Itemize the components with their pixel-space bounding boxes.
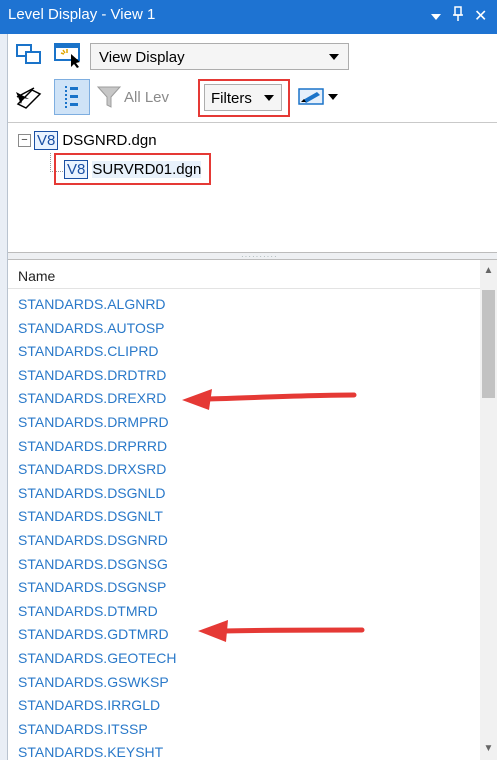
level-list-item[interactable]: STANDARDS.DRPRRD <box>18 438 167 454</box>
level-filter-placeholder: All Lev <box>124 88 170 106</box>
collapse-icon[interactable]: − <box>18 134 31 147</box>
view-select-icon <box>54 43 80 68</box>
view-display-value: View Display <box>99 49 185 66</box>
level-list-item[interactable]: STANDARDS.DSGNLT <box>18 508 163 524</box>
level-list-item[interactable]: STANDARDS.ALGNRD <box>18 296 166 312</box>
root-file-label: DSGNRD.dgn <box>62 132 157 149</box>
file-tree-pane: − V8 DSGNRD.dgn V8 SURVRD01.dgn <box>8 122 497 253</box>
column-header-name[interactable]: Name <box>18 268 55 284</box>
views-button[interactable] <box>14 40 44 70</box>
dropdown-arrow-icon[interactable] <box>430 9 442 26</box>
level-list-item[interactable]: STANDARDS.GDTMRD <box>18 626 169 642</box>
red-arrow-annotation <box>182 389 357 410</box>
select-tool-button[interactable] <box>12 81 46 115</box>
level-list-item[interactable]: STANDARDS.ITSSP <box>18 721 148 737</box>
level-list-item[interactable]: STANDARDS.GEOTECH <box>18 650 176 666</box>
header-divider <box>8 288 480 289</box>
chevron-down-icon <box>328 94 338 100</box>
level-list-item[interactable]: STANDARDS.DSGNSP <box>18 579 166 595</box>
filters-highlight-box <box>198 79 290 117</box>
view-select-button[interactable] <box>52 40 86 70</box>
level-list-item[interactable]: STANDARDS.DRMPRD <box>18 414 169 430</box>
view-display-dropdown[interactable]: View Display <box>90 43 349 70</box>
level-list-item[interactable]: STANDARDS.DTMRD <box>18 603 158 619</box>
title-bar: Level Display - View 1 ✕ <box>0 0 497 34</box>
toolbar: View Display All Lev Filters <box>8 34 497 122</box>
scrollbar-thumb[interactable] <box>482 290 495 398</box>
level-list-item[interactable]: STANDARDS.GSWKSP <box>18 674 169 690</box>
edit-attributes-icon <box>298 88 324 105</box>
select-levels-icon <box>16 87 42 109</box>
chevron-down-icon <box>329 54 339 60</box>
level-list-item[interactable]: STANDARDS.KEYSHT <box>18 744 163 760</box>
vertical-scrollbar[interactable]: ▲ ▼ <box>480 260 497 760</box>
level-list-item[interactable]: STANDARDS.DRDTRD <box>18 367 166 383</box>
scroll-up-icon[interactable]: ▲ <box>480 262 497 280</box>
level-list-item[interactable]: STANDARDS.AUTOSP <box>18 320 165 336</box>
level-list-item[interactable]: STANDARDS.DSGNSG <box>18 556 168 572</box>
window-frame-left <box>0 34 8 760</box>
child-file-highlight-box <box>54 153 211 185</box>
pin-icon[interactable] <box>452 6 464 26</box>
red-arrow-annotation <box>198 620 365 642</box>
level-filter-field[interactable]: All Lev <box>96 81 202 113</box>
level-list: Name STANDARDS.ALGNRD STANDARDS.AUTOSP STA… <box>8 260 497 760</box>
grip-icon: ·········· <box>241 252 278 261</box>
tree-icon <box>65 86 78 108</box>
level-list-item[interactable]: STANDARDS.DREXRD <box>18 390 166 406</box>
views-icon <box>16 44 41 64</box>
level-list-item[interactable]: STANDARDS.DSGNLD <box>18 485 166 501</box>
pane-splitter[interactable]: ·········· <box>8 252 497 261</box>
level-list-item[interactable]: STANDARDS.DRXSRD <box>18 461 166 477</box>
tree-view-toggle[interactable] <box>54 79 90 115</box>
scroll-down-icon[interactable]: ▼ <box>480 740 497 758</box>
tree-node-root[interactable]: − V8 DSGNRD.dgn <box>18 131 157 150</box>
level-list-item[interactable]: STANDARDS.IRRGLD <box>18 697 160 713</box>
window-title: Level Display - View 1 <box>8 6 156 23</box>
level-list-item[interactable]: STANDARDS.CLIPRD <box>18 343 159 359</box>
v8-file-icon: V8 <box>34 131 59 150</box>
funnel-icon <box>96 86 122 108</box>
close-icon[interactable]: ✕ <box>474 6 487 26</box>
level-list-item[interactable]: STANDARDS.DSGNRD <box>18 532 168 548</box>
level-attributes-button[interactable] <box>294 81 342 113</box>
